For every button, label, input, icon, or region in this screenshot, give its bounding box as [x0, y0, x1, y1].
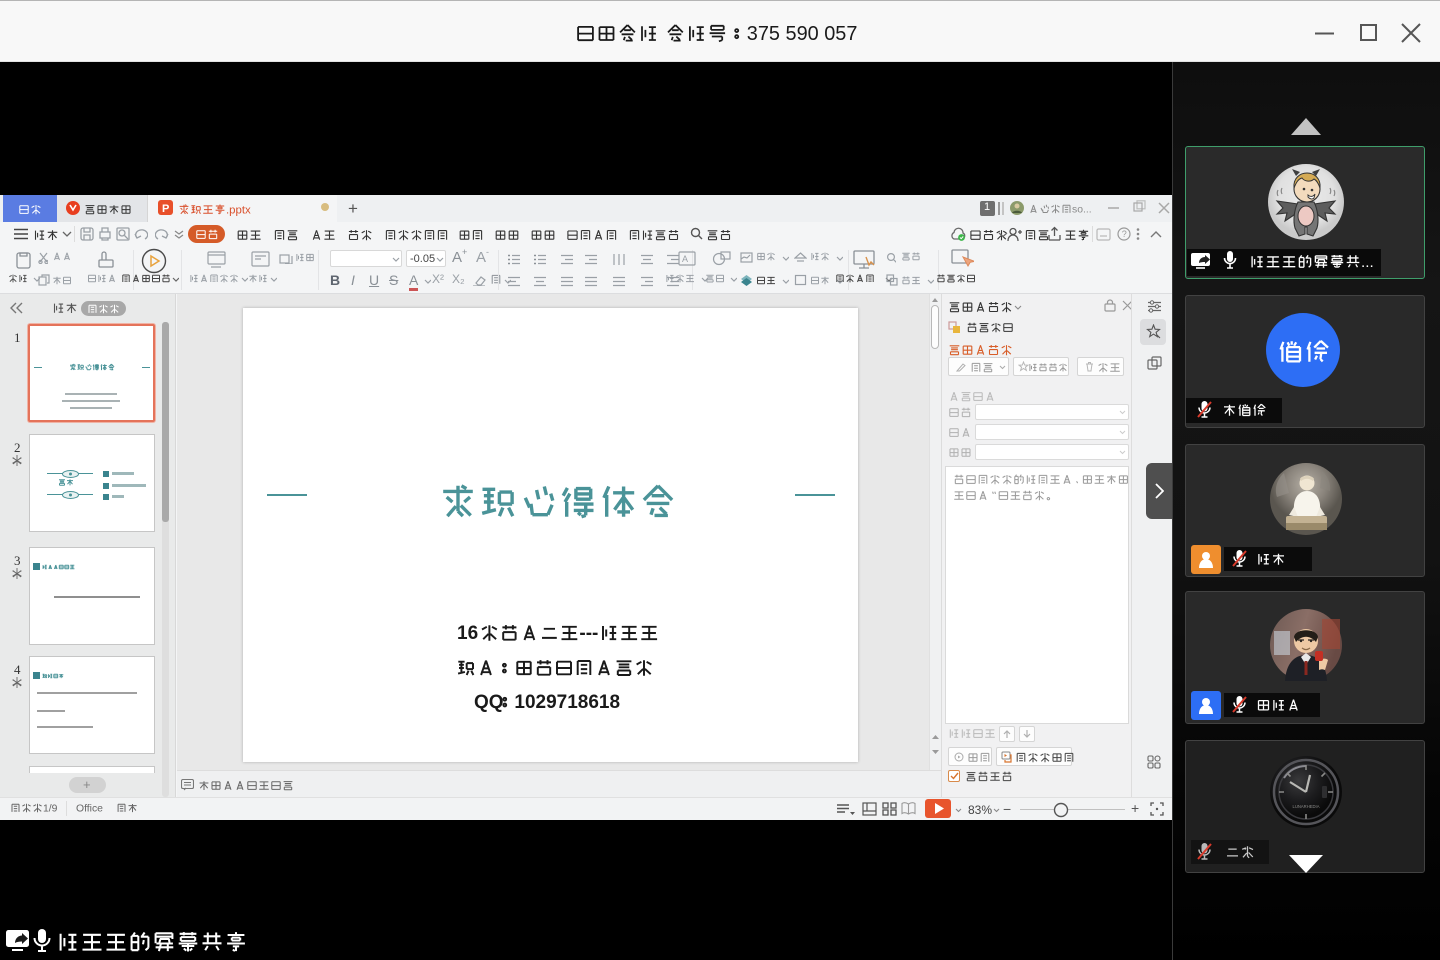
svg-text:?: ?	[1122, 229, 1127, 239]
svg-text:LUNARHEDIA: LUNARHEDIA	[1293, 804, 1320, 809]
svg-text:---: ---	[579, 623, 598, 644]
svg-text:Office: Office	[76, 804, 103, 815]
svg-text:16: 16	[457, 623, 478, 644]
svg-text:.pptx: .pptx	[226, 204, 251, 216]
svg-text:1/9: 1/9	[43, 804, 58, 815]
svg-text:QQ: QQ	[474, 692, 504, 713]
svg-text:375 590 057: 375 590 057	[747, 23, 858, 45]
svg-text:...: ...	[1361, 254, 1374, 271]
svg-text:1029718618: 1029718618	[514, 692, 620, 713]
svg-text:so...: so...	[1072, 205, 1092, 216]
svg-text:A: A	[682, 254, 688, 264]
svg-text:P: P	[162, 203, 169, 215]
